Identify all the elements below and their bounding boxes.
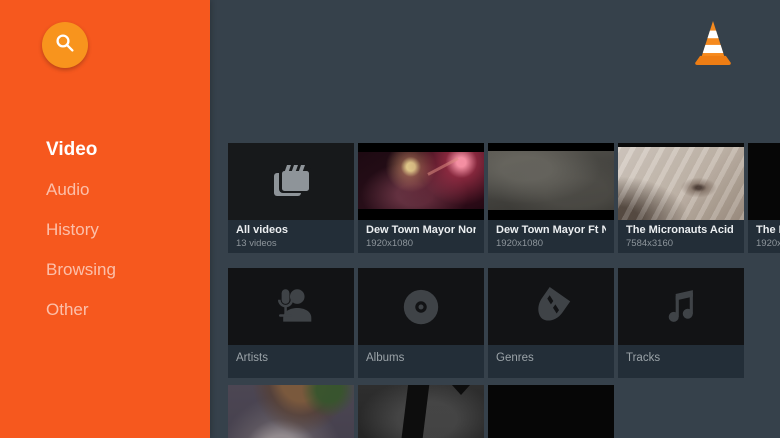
card-video-micronauts[interactable]: The Micronauts Acid Party [O… 7584x3160 — [618, 143, 744, 253]
card-bottom-dark[interactable] — [358, 385, 484, 438]
card-label: The M 1920x1 — [748, 220, 780, 253]
video-thumbnail — [358, 385, 484, 438]
sidebar-item-audio[interactable]: Audio — [46, 170, 116, 210]
vlc-cone-logo-icon — [692, 19, 734, 67]
video-collection-icon — [228, 143, 354, 220]
card-subtitle: 1920x1 — [756, 238, 780, 250]
card-bottom-black[interactable] — [488, 385, 614, 438]
search-icon — [53, 31, 77, 60]
search-button[interactable] — [42, 22, 88, 68]
sidebar-item-other[interactable]: Other — [46, 290, 116, 330]
artists-thumbnail — [228, 268, 354, 345]
microphone-person-icon — [228, 268, 354, 345]
card-title: Genres — [496, 352, 606, 365]
card-bottom-bunny[interactable] — [228, 385, 354, 438]
all-videos-thumbnail — [228, 143, 354, 220]
theater-mask-icon — [488, 268, 614, 345]
vlc-tv-screen: Video Audio History Browsing Other — [0, 0, 780, 438]
video-thumbnail — [228, 385, 354, 438]
card-subtitle: 1920x1080 — [366, 238, 476, 250]
card-title: Tracks — [626, 352, 736, 365]
video-thumbnail — [748, 143, 780, 220]
card-video-dew-town-noel[interactable]: Dew Town Mayor Ft Noël Ras… 1920x1080 — [488, 143, 614, 253]
card-subtitle: 1920x1080 — [496, 238, 606, 250]
card-label: Dew Town Mayor Nord Strea… 1920x1080 — [358, 220, 484, 253]
card-label: Genres — [488, 345, 614, 378]
card-subtitle: 7584x3160 — [626, 238, 736, 250]
genres-thumbnail — [488, 268, 614, 345]
card-label: Albums — [358, 345, 484, 378]
card-title: All videos — [236, 224, 346, 237]
card-label: Dew Town Mayor Ft Noël Ras… 1920x1080 — [488, 220, 614, 253]
tracks-thumbnail — [618, 268, 744, 345]
video-thumbnail — [358, 143, 484, 220]
sidebar-item-history[interactable]: History — [46, 210, 116, 250]
card-tracks[interactable]: Tracks — [618, 268, 744, 378]
card-label: All videos 13 videos — [228, 220, 354, 253]
card-label: Tracks — [618, 345, 744, 378]
card-video-partial[interactable]: The M 1920x1 — [748, 143, 780, 253]
card-title: Dew Town Mayor Nord Strea… — [366, 224, 476, 237]
sidebar-item-browsing[interactable]: Browsing — [46, 250, 116, 290]
sidebar-item-video[interactable]: Video — [46, 130, 116, 170]
card-all-videos[interactable]: All videos 13 videos — [228, 143, 354, 253]
music-note-icon — [618, 268, 744, 345]
sidebar: Video Audio History Browsing Other — [0, 0, 210, 438]
card-title: Albums — [366, 352, 476, 365]
sidebar-menu: Video Audio History Browsing Other — [46, 130, 116, 330]
card-artists[interactable]: Artists — [228, 268, 354, 378]
card-albums[interactable]: Albums — [358, 268, 484, 378]
card-title: Dew Town Mayor Ft Noël Ras… — [496, 224, 606, 237]
card-label: Artists — [228, 345, 354, 378]
video-thumbnail — [488, 385, 614, 438]
card-title: The Micronauts Acid Party [O… — [626, 224, 736, 237]
card-title: The M — [756, 224, 780, 237]
card-genres[interactable]: Genres — [488, 268, 614, 378]
card-subtitle: 13 videos — [236, 238, 346, 250]
card-label: The Micronauts Acid Party [O… 7584x3160 — [618, 220, 744, 253]
card-video-dew-town-nord[interactable]: Dew Town Mayor Nord Strea… 1920x1080 — [358, 143, 484, 253]
video-thumbnail — [488, 143, 614, 220]
disc-icon — [358, 268, 484, 345]
albums-thumbnail — [358, 268, 484, 345]
card-title: Artists — [236, 352, 346, 365]
video-thumbnail — [618, 143, 744, 220]
